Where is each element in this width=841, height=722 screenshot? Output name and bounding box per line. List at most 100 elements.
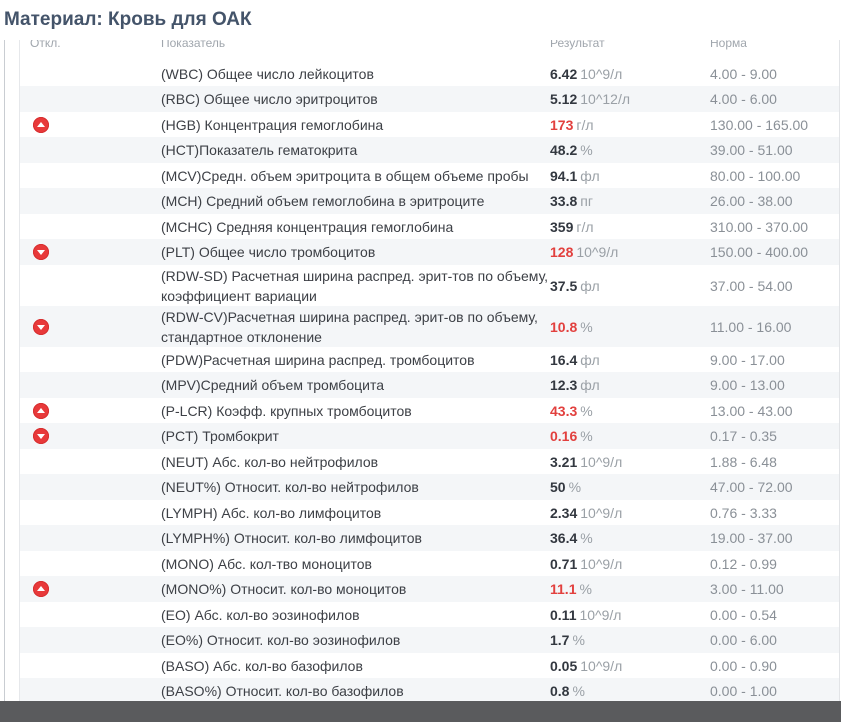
parameter-name: (NEUT%) Относит. кол-во нейтрофилов — [161, 479, 419, 495]
flag-cell — [20, 678, 161, 701]
table-row[interactable]: (EO) Абс. кол-во эозинофилов 0.11 10^9/л 0.… — [20, 602, 839, 627]
reference-range: 26.00 - 38.00 — [710, 193, 793, 209]
table-row[interactable]: (BASO) Абс. кол-во базофилов 0.05 10^9/л 0.… — [20, 653, 839, 678]
flag-cell — [20, 500, 161, 525]
result-cell: 33.8 пг — [550, 193, 710, 209]
result-value: 12.3 — [550, 377, 578, 393]
reference-range: 130.00 - 165.00 — [710, 116, 809, 133]
result-cell: 128 10^9/л — [550, 244, 710, 260]
flag-cell — [20, 372, 161, 398]
table-row[interactable]: (NEUT) Абс. кол-во нейтрофилов 3.21 10^9/л… — [20, 449, 839, 474]
result-value: 16.4 — [550, 351, 578, 368]
flag-cell — [20, 137, 161, 163]
result-cell: 16.4 фл — [550, 352, 710, 368]
parameter-name: (HCT)Показатель гематокрита — [161, 142, 358, 158]
column-header-norm[interactable]: Норма — [710, 40, 747, 50]
table-row[interactable]: (MPV)Средний объем тромбоцита 12.3 фл 9.00 … — [20, 372, 839, 398]
parameter-name: (RBC) Общее число эритроцитов — [161, 91, 378, 107]
result-unit: фл — [580, 377, 600, 393]
parameter-name: (RDW-SD) Расчетная ширина распред. эрит-… — [161, 267, 549, 304]
table-body: (WBC) Общее число лейкоцитов 6.42 10^9/л 4.… — [20, 61, 839, 701]
table-row[interactable]: (NEUT%) Относит. кол-во нейтрофилов 50% 47… — [20, 474, 839, 500]
table-row[interactable]: (LYMPH) Абс. кол-во лимфоцитов 2.34 10^9/л… — [20, 500, 839, 525]
reference-range: 0.00 - 1.00 — [710, 683, 777, 699]
table-row[interactable]: (RBC) Общее число эритроцитов 5.12 10^12/л… — [20, 86, 839, 112]
table-row[interactable]: (WBC) Общее число лейкоцитов 6.42 10^9/л 4.… — [20, 61, 839, 86]
table-row[interactable]: (RDW-SD) Расчетная ширина распред. эрит-… — [20, 265, 839, 306]
table-row[interactable]: (HCT)Показатель гематокрита 48.2% 39.00 - … — [20, 137, 839, 163]
reference-range: 37.00 - 54.00 — [710, 277, 793, 294]
reference-range: 0.00 - 0.54 — [710, 606, 777, 623]
parameter-name: (NEUT) Абс. кол-во нейтрофилов — [161, 453, 379, 470]
table-row[interactable]: (RDW-CV)Расчетная ширина распред. эрит-о… — [20, 306, 839, 347]
table-row[interactable]: (HGB) Концентрация гемоглобина 173 г/л 130.… — [20, 112, 839, 137]
parameter-name: (P-LCR) Коэфф. крупных тромбоцитов — [161, 402, 412, 419]
flag-cell — [20, 86, 161, 112]
table-row[interactable]: (P-LCR) Коэфф. крупных тромбоцитов 43.3% 1… — [20, 398, 839, 423]
result-unit: % — [580, 142, 593, 158]
flag-cell — [20, 214, 161, 239]
table-row[interactable]: (PCT) Тромбокрит 0.16% 0.17 - 0.35 — [20, 423, 839, 449]
result-value: 5.12 — [550, 91, 578, 107]
table-row[interactable]: (PDW)Расчетная ширина распред. тромбоцит… — [20, 347, 839, 372]
panel-border — [839, 40, 840, 701]
arrow-down-circle-icon — [33, 318, 49, 335]
bottom-bar — [0, 701, 841, 722]
result-value: 3.21 — [550, 453, 578, 470]
column-header-result[interactable]: Результат — [550, 40, 605, 50]
result-cell: 0.71 10^9/л — [550, 556, 710, 572]
panel-border — [4, 40, 5, 701]
table-row[interactable]: (LYMPH%) Относит. кол-во лимфоцитов 36.4%… — [20, 525, 839, 551]
result-cell: 36.4% — [550, 530, 710, 546]
reference-range: 80.00 - 100.00 — [710, 167, 801, 184]
result-cell: 50% — [550, 479, 710, 495]
column-header-flag[interactable]: Откл. — [30, 40, 61, 50]
column-header-name[interactable]: Показатель — [161, 40, 225, 50]
arrow-up-circle-icon — [33, 116, 49, 133]
reference-range: 9.00 - 13.00 — [710, 377, 785, 393]
table-row[interactable]: (MCHC) Средняя концентрация гемоглобина 3… — [20, 214, 839, 239]
reference-range: 0.17 - 0.35 — [710, 428, 777, 444]
table-row[interactable]: (MCV)Средн. объем эритроцита в общем объ… — [20, 163, 839, 188]
result-value: 0.71 — [550, 555, 578, 572]
result-value: 48.2 — [550, 142, 578, 158]
result-cell: 0.8% — [550, 683, 710, 699]
reference-range: 310.00 - 370.00 — [710, 218, 809, 235]
reference-range: 3.00 - 11.00 — [710, 581, 784, 597]
result-value: 0.16 — [550, 428, 578, 444]
flag-cell — [20, 551, 161, 576]
result-cell: 12.3 фл — [550, 377, 710, 393]
result-unit: 10^9/л — [580, 65, 623, 82]
table-row[interactable]: (MONO%) Относит. кол-во моноцитов 11.1% 3.… — [20, 576, 839, 602]
parameter-name: (MCH) Средний объем гемоглобина в эритро… — [161, 193, 485, 209]
parameter-name: (PCT) Тромбокрит — [161, 428, 279, 444]
table-header: Откл. Показатель Результат Норма — [20, 40, 839, 50]
flag-cell — [20, 449, 161, 474]
result-unit: % — [572, 632, 585, 648]
parameter-name: (PDW)Расчетная ширина распред. тромбоцит… — [161, 351, 475, 368]
reference-range: 4.00 - 6.00 — [710, 91, 777, 107]
result-value: 11.1 — [550, 581, 577, 597]
result-value: 128 — [550, 244, 574, 260]
table-row[interactable]: (MCH) Средний объем гемоглобина в эритро… — [20, 188, 839, 214]
table-row[interactable]: (EO%) Относит. кол-во эозинофилов 1.7% 0.0… — [20, 627, 839, 653]
table-row[interactable]: (BASO%) Относит. кол-во базофилов 0.8% 0.0… — [20, 678, 839, 701]
parameter-name: (LYMPH) Абс. кол-во лимфоцитов — [161, 504, 382, 521]
table-row[interactable]: (MONO) Абс. кол-тво моноцитов 0.71 10^9/л 0… — [20, 551, 839, 576]
parameter-name: (RDW-CV)Расчетная ширина распред. эрит-о… — [161, 308, 538, 345]
reference-range: 1.88 - 6.48 — [710, 453, 777, 470]
parameter-name: (MPV)Средний объем тромбоцита — [161, 377, 384, 393]
reference-range: 0.76 - 3.33 — [710, 504, 777, 521]
result-unit: % — [579, 581, 592, 597]
reference-range: 150.00 - 400.00 — [710, 244, 809, 260]
result-cell: 94.1 фл — [550, 168, 710, 184]
parameter-name: (HGB) Концентрация гемоглобина — [161, 116, 384, 133]
result-value: 2.34 — [550, 504, 578, 521]
result-unit: 10^9/л — [580, 555, 623, 572]
result-cell: 10.8% — [550, 319, 710, 335]
parameter-name: (WBC) Общее число лейкоцитов — [161, 65, 374, 82]
flag-cell — [20, 525, 161, 551]
flag-cell — [20, 61, 161, 86]
result-value: 33.8 — [550, 193, 578, 209]
table-row[interactable]: (PLT) Общее число тромбоцитов 128 10^9/л 15… — [20, 239, 839, 265]
